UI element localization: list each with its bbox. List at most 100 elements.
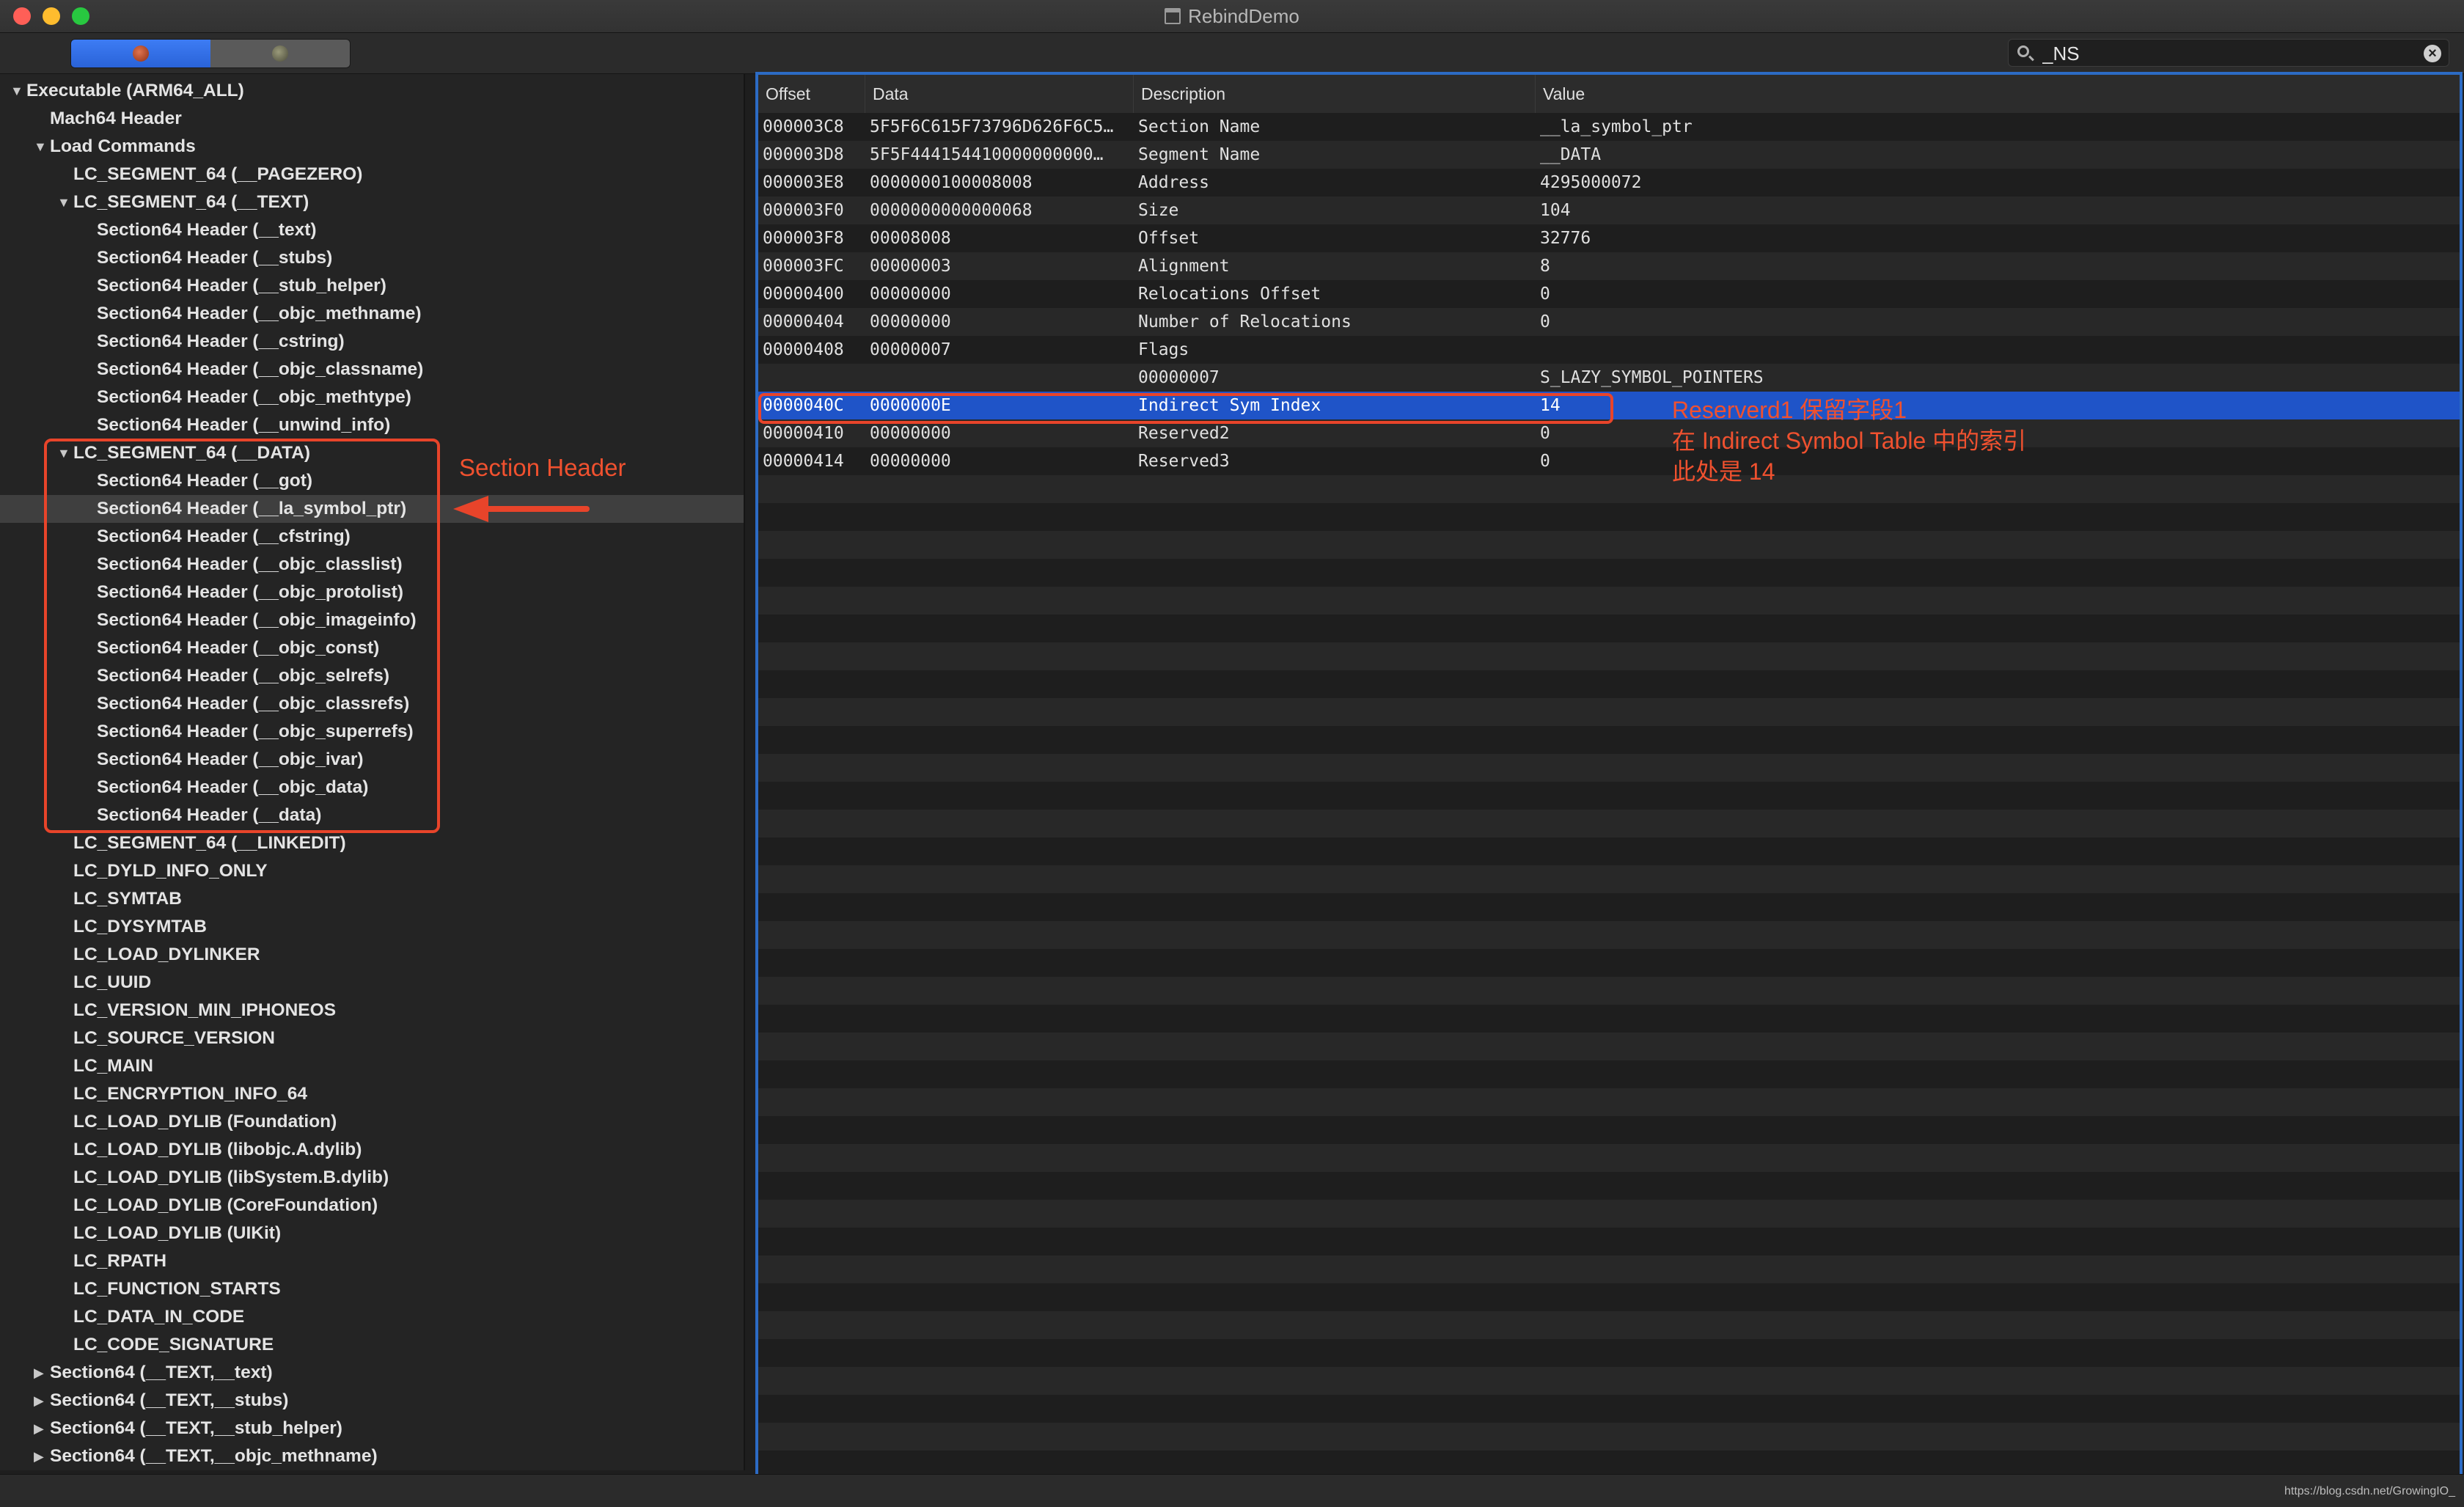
table-row[interactable]: 000003F0 0000000000000068 Size 104 <box>758 197 2460 224</box>
sidebar-tree-item[interactable]: ▼ LC_SEGMENT_64 (__TEXT) <box>0 188 744 216</box>
sidebar-tree-item-label: LC_UUID <box>73 972 152 992</box>
sidebar-tree-item[interactable]: ▶ Section64 (__TEXT,__objc_methname) <box>0 1442 744 1470</box>
cell-value: 104 <box>1540 201 1571 220</box>
sidebar-tree-item-label: Load Commands <box>50 136 196 156</box>
sidebar-tree-item[interactable]: Section64 Header (__objc_classname) <box>0 356 744 384</box>
table-row[interactable]: 000003E8 0000000100008008 Address 429500007… <box>758 169 2460 197</box>
column-header-value[interactable]: Value <box>1536 75 2461 113</box>
view-segment-raw[interactable] <box>71 40 210 67</box>
sidebar-tree-item[interactable]: LC_DATA_IN_CODE <box>0 1303 744 1331</box>
sidebar-tree-item[interactable]: LC_RPATH <box>0 1247 744 1275</box>
search-input[interactable] <box>2041 41 2396 66</box>
window-title-area: RebindDemo <box>0 0 2464 32</box>
disclosure-expanded-icon[interactable]: ▼ <box>34 139 50 155</box>
sidebar-tree-item[interactable]: Section64 Header (__unwind_info) <box>0 411 744 439</box>
disclosure-collapsed-icon[interactable]: ▶ <box>34 1393 50 1409</box>
sidebar-tree-item[interactable]: Mach64 Header <box>0 105 744 133</box>
sidebar-tree-item[interactable]: LC_SOURCE_VERSION <box>0 1024 744 1052</box>
column-header-offset[interactable]: Offset <box>758 75 865 113</box>
status-bar: https://blog.csdn.net/GrowingIO_ <box>0 1474 2464 1507</box>
reserved1-highlight-box <box>758 393 1613 424</box>
sidebar-tree-item[interactable]: LC_ENCRYPTION_INFO_64 <box>0 1080 744 1108</box>
sidebar-tree-item[interactable]: LC_LOAD_DYLIB (UIKit) <box>0 1220 744 1247</box>
table-row[interactable]: 000003FC 00000003 Alignment 8 <box>758 252 2460 280</box>
cell-description: Offset <box>1138 229 1200 248</box>
column-header-description[interactable]: Description <box>1134 75 1536 113</box>
sidebar-tree-item-label: LC_RPATH <box>73 1251 167 1271</box>
sidebar-tree-item-label: LC_SOURCE_VERSION <box>73 1028 276 1048</box>
sidebar-tree-item[interactable]: ▼ Executable (ARM64_ALL) <box>0 77 744 105</box>
cell-data: 00008008 <box>870 229 951 248</box>
table-row[interactable]: 00000007 S_LAZY_SYMBOL_POINTERS <box>758 364 2460 392</box>
sidebar-tree-item[interactable]: Section64 Header (__stubs) <box>0 244 744 272</box>
sidebar-tree-item[interactable]: LC_LOAD_DYLIB (CoreFoundation) <box>0 1192 744 1220</box>
table-row[interactable]: 00000414 00000000 Reserved3 0 <box>758 447 2460 475</box>
disclosure-expanded-icon[interactable]: ▼ <box>57 195 73 210</box>
table-empty-row <box>758 782 2460 810</box>
sidebar-tree-item[interactable]: ▼ Load Commands <box>0 133 744 161</box>
sidebar-tree-item[interactable]: LC_LOAD_DYLINKER <box>0 941 744 969</box>
sidebar-tree-item-label: LC_DYLD_INFO_ONLY <box>73 861 268 881</box>
table-header: Offset Data Description Value <box>758 75 2460 114</box>
sidebar-tree-item[interactable]: LC_CODE_SIGNATURE <box>0 1331 744 1359</box>
document-icon <box>1165 8 1181 24</box>
cell-data: 00000000 <box>870 312 951 331</box>
cell-data: 5F5F444154410000000000… <box>870 145 1104 164</box>
sidebar-tree-item[interactable]: Section64 Header (__objc_methname) <box>0 300 744 328</box>
disclosure-collapsed-icon[interactable]: ▶ <box>34 1421 50 1437</box>
cell-offset: 00000408 <box>763 340 844 359</box>
cell-description: Segment Name <box>1138 145 1261 164</box>
cell-offset: 000003C8 <box>763 117 844 136</box>
sidebar-tree-item[interactable]: ▶ Section64 (__TEXT,__text) <box>0 1359 744 1387</box>
sidebar-tree-item-label: LC_ENCRYPTION_INFO_64 <box>73 1084 308 1104</box>
sidebar-tree-item[interactable]: Section64 Header (__text) <box>0 216 744 244</box>
table-row[interactable]: 000003F8 00008008 Offset 32776 <box>758 224 2460 252</box>
column-header-data[interactable]: Data <box>865 75 1134 113</box>
sidebar-tree-item[interactable]: LC_LOAD_DYLIB (libSystem.B.dylib) <box>0 1164 744 1192</box>
sidebar-tree-item[interactable]: LC_DYLD_INFO_ONLY <box>0 857 744 885</box>
sidebar-tree-item-label: Section64 Header (__stub_helper) <box>97 276 386 296</box>
sidebar-tree-item[interactable]: Section64 Header (__stub_helper) <box>0 272 744 300</box>
sidebar-tree-item[interactable]: LC_DYSYMTAB <box>0 913 744 941</box>
sidebar-tree-item[interactable]: ▶ Section64 (__TEXT,__stubs) <box>0 1387 744 1415</box>
sidebar-tree-item-label: LC_SEGMENT_64 (__LINKEDIT) <box>73 833 346 853</box>
disclosure-collapsed-icon[interactable]: ▶ <box>34 1365 50 1381</box>
table-row[interactable]: 00000408 00000007 Flags <box>758 336 2460 364</box>
sidebar-tree-item[interactable]: LC_SEGMENT_64 (__LINKEDIT) <box>0 829 744 857</box>
sidebar-tree-item[interactable]: LC_VERSION_MIN_IPHONEOS <box>0 997 744 1024</box>
sidebar-tree-item-label: LC_CODE_SIGNATURE <box>73 1335 274 1354</box>
table-empty-row <box>758 726 2460 754</box>
sidebar-tree-item-label: LC_SEGMENT_64 (__PAGEZERO) <box>73 164 363 184</box>
sidebar-tree-item-label: Section64 Header (__stubs) <box>97 248 333 268</box>
table-row[interactable]: 00000404 00000000 Number of Relocations 0 <box>758 308 2460 336</box>
table-row[interactable]: 000003D8 5F5F444154410000000000… Segment N… <box>758 141 2460 169</box>
sidebar-tree-item-label: LC_DATA_IN_CODE <box>73 1307 245 1327</box>
view-segment-rva[interactable] <box>210 40 350 67</box>
table-empty-row <box>758 1367 2460 1395</box>
table-empty-row <box>758 865 2460 893</box>
cell-description: Relocations Offset <box>1138 285 1321 304</box>
sidebar-tree-item[interactable]: Section64 Header (__objc_methtype) <box>0 384 744 411</box>
clear-search-icon[interactable]: × <box>2424 45 2441 62</box>
sidebar-tree-item[interactable]: Section64 Header (__cstring) <box>0 328 744 356</box>
disclosure-expanded-icon[interactable]: ▼ <box>10 84 26 99</box>
sidebar-tree-item[interactable]: LC_LOAD_DYLIB (libobjc.A.dylib) <box>0 1136 744 1164</box>
watermark-text: https://blog.csdn.net/GrowingIO_ <box>2284 1485 2455 1497</box>
cell-value: 8 <box>1540 257 1550 276</box>
sidebar-tree-item[interactable]: LC_FUNCTION_STARTS <box>0 1275 744 1303</box>
sidebar-tree-item[interactable]: LC_LOAD_DYLIB (Foundation) <box>0 1108 744 1136</box>
sidebar-tree-item[interactable]: LC_SEGMENT_64 (__PAGEZERO) <box>0 161 744 188</box>
cell-value: 32776 <box>1540 229 1591 248</box>
disclosure-collapsed-icon[interactable]: ▶ <box>34 1449 50 1464</box>
sidebar-tree-item-label: Mach64 Header <box>50 109 182 128</box>
sidebar-tree-item-label: Section64 (__TEXT,__stub_helper) <box>50 1418 342 1438</box>
reserved1-annotation-line2: 在 Indirect Symbol Table 中的索引 <box>1672 428 2027 454</box>
table-empty-row <box>758 1200 2460 1228</box>
sidebar-tree-item[interactable]: LC_UUID <box>0 969 744 997</box>
sidebar-tree-item[interactable]: LC_MAIN <box>0 1052 744 1080</box>
sidebar-tree-item[interactable]: LC_SYMTAB <box>0 885 744 913</box>
table-row[interactable]: 000003C8 5F5F6C615F73796D626F6C5… Section … <box>758 113 2460 141</box>
sidebar-tree-item[interactable]: ▶ Section64 (__TEXT,__stub_helper) <box>0 1415 744 1442</box>
cell-value: S_LAZY_SYMBOL_POINTERS <box>1540 368 1764 387</box>
table-row[interactable]: 00000400 00000000 Relocations Offset 0 <box>758 280 2460 308</box>
